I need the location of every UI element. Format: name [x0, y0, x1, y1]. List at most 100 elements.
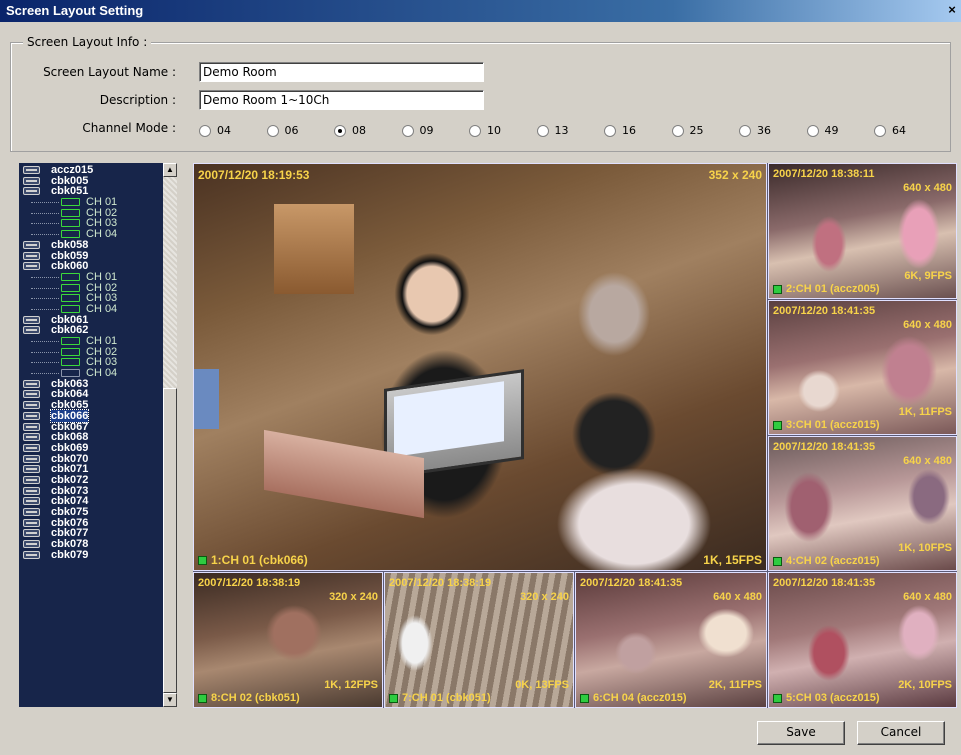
dvr-device-icon: [23, 508, 40, 516]
tree-connector-line: [31, 308, 59, 310]
camera-view-5[interactable]: 2007/12/20 18:41:35 640 x 480 5:CH 03 (a…: [768, 572, 957, 708]
channel-mode-radio-25[interactable]: 25: [671, 124, 704, 137]
save-button[interactable]: Save: [757, 721, 845, 745]
channel-mode-radio-06[interactable]: 06: [266, 124, 299, 137]
tree-item-label: CH 04: [86, 228, 118, 241]
dvr-device-icon: [23, 518, 40, 527]
tree-device-item[interactable]: cbk075: [19, 507, 163, 518]
channel-mode-radio-13[interactable]: 13: [536, 124, 569, 137]
channel-mode-radio-04[interactable]: 04: [199, 124, 231, 137]
camera-fps: 1K, 15FPS: [703, 553, 762, 567]
tree-device-item[interactable]: cbk066: [19, 408, 163, 423]
channel-status-icon: [580, 693, 589, 703]
camera-view-2[interactable]: 2007/12/20 18:38:11 640 x 480 2:CH 01 (a…: [768, 163, 957, 299]
tree-device-item[interactable]: cbk058: [19, 239, 163, 251]
camera-fps: 1K, 12FPS: [324, 679, 378, 691]
layout-name-field[interactable]: Demo Room: [199, 62, 484, 82]
tree-device-item[interactable]: cbk061: [19, 314, 163, 326]
camera-timestamp: 2007/12/20 18:41:35: [773, 305, 876, 317]
scroll-thumb[interactable]: [163, 388, 177, 693]
dvr-device-icon: [23, 454, 40, 463]
tree-device-item[interactable]: cbk079: [19, 548, 163, 561]
tree-connector-line: [31, 276, 59, 278]
radio-dot-icon: [536, 124, 549, 137]
tree-device-item[interactable]: cbk074: [19, 496, 163, 507]
channel-mode-radio-64[interactable]: 64: [874, 124, 906, 137]
camera-view-main[interactable]: 2007/12/20 18:19:53 352 x 240 1:CH 01 (c…: [193, 163, 767, 571]
tree-channel-item[interactable]: CH 04: [19, 302, 163, 315]
camera-fps: 2K, 11FPS: [708, 679, 762, 691]
dvr-device-icon: [23, 379, 40, 388]
channel-mode-radio-08[interactable]: 08: [334, 124, 366, 137]
dvr-device-icon: [23, 390, 40, 399]
tree-device-item[interactable]: cbk072: [19, 474, 163, 486]
channel-mode-label-text: 25: [689, 124, 704, 137]
tree-connector-line: [31, 362, 59, 364]
tree-scrollbar[interactable]: ▲ ▼: [163, 163, 177, 707]
tree-device-item[interactable]: cbk078: [19, 539, 163, 550]
dvr-device-icon: [23, 315, 40, 324]
camera-view-7[interactable]: 2007/12/20 18:38:19 320 x 240 7:CH 01 (c…: [384, 572, 574, 708]
camera-channel-label: 1:CH 01 (cbk066): [198, 553, 308, 567]
camera-view-8[interactable]: 2007/12/20 18:38:19 320 x 240 8:CH 02 (c…: [193, 572, 383, 708]
camera-channel-label: 3:CH 01 (accz015): [773, 419, 880, 431]
dvr-device-icon: [23, 176, 40, 185]
tree-channel-item[interactable]: CH 04: [19, 368, 163, 379]
tree-device-item[interactable]: cbk069: [19, 442, 163, 454]
tree-device-item[interactable]: cbk076: [19, 517, 163, 529]
tree-item-label: CH 04: [86, 302, 118, 315]
channel-mode-radio-36[interactable]: 36: [739, 124, 771, 137]
radio-dot-icon: [806, 124, 819, 137]
tree-device-item[interactable]: cbk005: [19, 175, 163, 187]
channel-mode-radio-49[interactable]: 49: [806, 124, 839, 137]
camera-view-4[interactable]: 2007/12/20 18:41:35 640 x 480 4:CH 02 (a…: [768, 436, 957, 571]
tree-device-item[interactable]: cbk068: [19, 432, 163, 443]
camera-resolution: 320 x 240: [329, 591, 378, 603]
tree-device-item[interactable]: cbk065: [19, 400, 163, 411]
camera-view-6[interactable]: 2007/12/20 18:41:35 640 x 480 6:CH 04 (a…: [575, 572, 767, 708]
camera-channel-icon: [61, 198, 80, 207]
camera-resolution: 352 x 240: [708, 168, 762, 182]
channel-status-icon: [773, 420, 782, 430]
tree-device-item[interactable]: cbk071: [19, 464, 163, 475]
dvr-device-icon: [23, 550, 40, 559]
tree-device-item[interactable]: cbk063: [19, 378, 163, 390]
channel-mode-radio-10[interactable]: 10: [469, 124, 501, 137]
tree-item-label: cbk079: [51, 548, 89, 561]
tree-device-item[interactable]: cbk064: [19, 389, 163, 400]
camera-channel-label: 2:CH 01 (accz005): [773, 283, 880, 295]
tree-connector-line: [31, 351, 59, 353]
description-field[interactable]: Demo Room 1~10Ch: [199, 90, 484, 110]
scroll-down-icon[interactable]: ▼: [163, 693, 177, 707]
channel-mode-radio-09[interactable]: 09: [401, 124, 434, 137]
tree-item-label: cbk051: [51, 185, 89, 198]
camera-channel-label: 8:CH 02 (cbk051): [198, 692, 300, 704]
tree-device-item[interactable]: cbk077: [19, 528, 163, 539]
tree-device-item[interactable]: cbk070: [19, 453, 163, 465]
camera-channel-label: 6:CH 04 (accz015): [580, 692, 687, 704]
channel-status-icon: [198, 693, 207, 703]
camera-view-3[interactable]: 2007/12/20 18:41:35 640 x 480 3:CH 01 (a…: [768, 300, 957, 435]
camera-channel-text: 5:CH 03 (accz015): [786, 692, 880, 704]
tree-device-item[interactable]: accz015: [19, 165, 163, 176]
dvr-device-icon: [23, 262, 40, 271]
dvr-device-icon: [23, 465, 40, 474]
tree-device-item[interactable]: cbk073: [19, 485, 163, 497]
group-legend: Screen Layout Info :: [23, 35, 152, 49]
camera-channel-text: 2:CH 01 (accz005): [786, 283, 880, 295]
tree-channel-item[interactable]: CH 04: [19, 229, 163, 240]
radio-dot-icon: [469, 124, 481, 137]
camera-channel-label: 5:CH 03 (accz015): [773, 692, 880, 704]
tree-device-item[interactable]: cbk059: [19, 250, 163, 262]
tree-device-item[interactable]: cbk067: [19, 421, 163, 433]
camera-channel-text: 7:CH 01 (cbk051): [402, 692, 491, 704]
camera-resolution: 640 x 480: [713, 591, 762, 603]
camera-channel-icon: [61, 369, 80, 378]
dvr-device-icon: [23, 187, 40, 196]
cancel-button[interactable]: Cancel: [857, 721, 945, 745]
channel-mode-radio-16[interactable]: 16: [604, 124, 636, 137]
dvr-device-icon: [23, 486, 40, 495]
scroll-up-icon[interactable]: ▲: [163, 163, 177, 177]
channel-status-icon: [773, 556, 782, 566]
close-icon[interactable]: ×: [945, 3, 959, 17]
